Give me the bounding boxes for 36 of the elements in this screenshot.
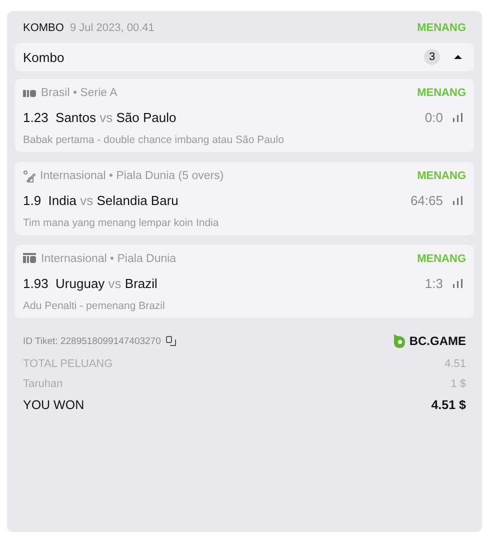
league-label: Internasional • Piala Dunia (41, 253, 176, 265)
selection-status: MENANG (417, 253, 466, 265)
score: 64:65 (410, 192, 443, 208)
total-label: YOU WON (23, 398, 84, 412)
selection-status: MENANG (417, 87, 466, 99)
combo-bar[interactable]: Kombo 3 (15, 43, 474, 71)
total-value: 4.51 $ (431, 398, 466, 412)
stats-icon[interactable] (453, 112, 463, 122)
brand-logo-icon (393, 334, 406, 348)
bet-date: 9 Jul 2023, 00.41 (70, 22, 154, 34)
bet-status: MENANG (417, 22, 466, 34)
league-label: Brasil • Serie A (41, 87, 118, 99)
match-title: 1.9 India vs Selandia Baru (23, 192, 178, 208)
caret-icon[interactable] (454, 54, 462, 60)
selection-status: MENANG (417, 170, 466, 182)
copy-icon[interactable] (166, 336, 176, 346)
count-badge: 3 (424, 49, 440, 65)
league-label: Internasional • Piala Dunia (5 overs) (40, 170, 224, 182)
total-value: 1 $ (450, 378, 466, 390)
total-label: TOTAL PELUANG (23, 358, 113, 370)
brand-name: BC.GAME (409, 334, 466, 348)
total-label: Taruhan (23, 378, 63, 390)
match-title: 1.93 Uruguay vs Brazil (23, 276, 158, 290)
market-description: Adu Penalti - pemenang Brazil (23, 300, 166, 312)
ticket-id: ID Tiket: 2289518099147403270 (23, 336, 161, 346)
total-value: 4.51 (444, 358, 466, 370)
match-title: 1.23 Santos vs São Paulo (23, 110, 176, 124)
combo-title: Kombo (23, 50, 64, 64)
market-description: Babak pertama - double chance imbang atau São Paulo (23, 134, 285, 146)
stats-icon[interactable] (453, 196, 463, 204)
score: 1:3 (424, 276, 443, 290)
score: 0:0 (424, 110, 443, 124)
bet-type: KOMBO (23, 22, 64, 34)
stats-icon[interactable] (453, 278, 463, 288)
market-description: Tim mana yang menang lempar koin India (23, 217, 220, 229)
cricket-icon (23, 170, 36, 182)
